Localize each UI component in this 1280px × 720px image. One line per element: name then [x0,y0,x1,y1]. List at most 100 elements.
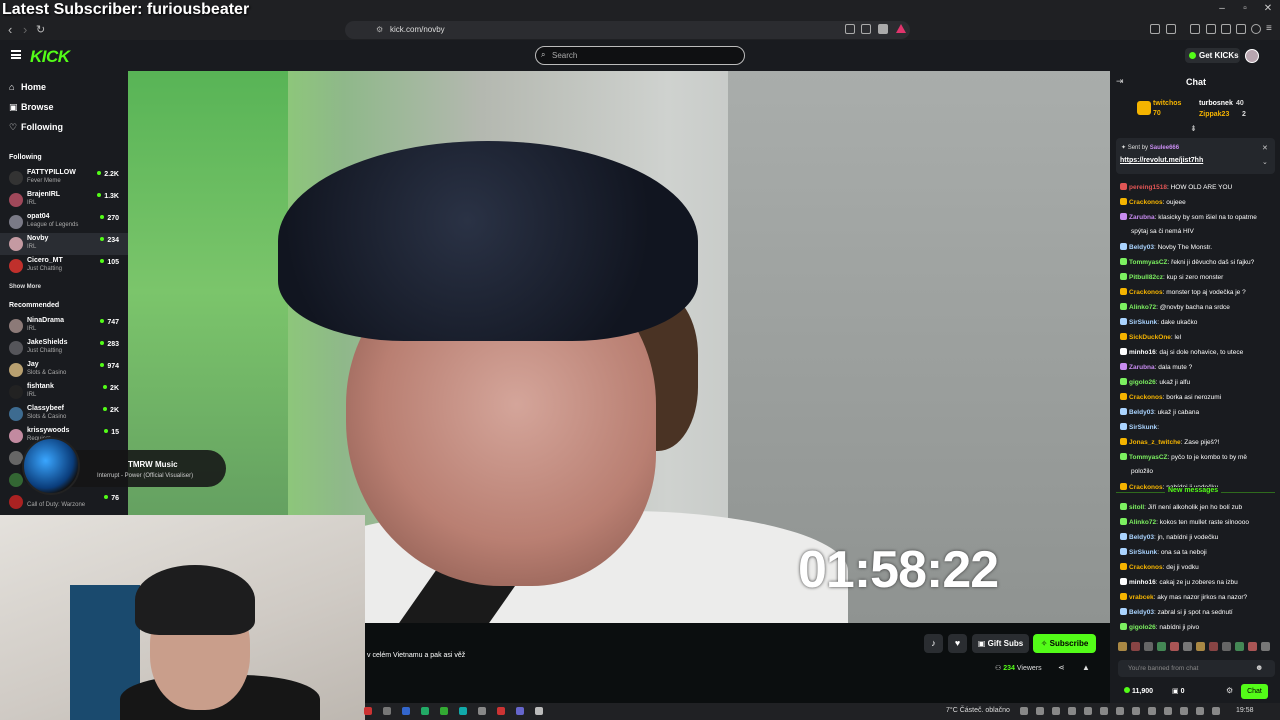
chat-username[interactable]: Beldy03 [1129,534,1154,541]
chat-username[interactable]: vrabcek [1129,594,1154,601]
recommended-item[interactable]: NinaDrama IRL 747 [0,315,128,337]
wallet-icon[interactable] [1221,24,1231,34]
chat-username[interactable]: TommyasCZ [1129,259,1168,266]
nav-home[interactable]: ⌂ Home [9,82,46,92]
recommended-item[interactable]: Call of Duty: Warzone 76 [0,491,128,513]
chat-username[interactable]: minho16 [1129,349,1156,356]
tray-icon[interactable] [1036,707,1044,715]
browser-menu-icon[interactable]: ≡ [1266,23,1272,34]
taskbar-app-icon[interactable] [497,707,505,715]
translate-icon[interactable] [845,24,855,34]
tray-icon[interactable] [1100,707,1108,715]
taskbar-app-icon[interactable] [478,707,486,715]
emote-icon[interactable] [1118,642,1127,651]
tray-icon[interactable] [1196,707,1204,715]
back-icon[interactable]: ‹ [8,22,12,37]
following-item[interactable]: Novby IRL 234 [0,233,128,255]
emote-picker-icon[interactable]: ☻ [1255,663,1263,672]
emote-icon[interactable] [1248,642,1257,651]
user-avatar[interactable] [1245,49,1259,63]
chat-username[interactable]: gigolo26 [1129,379,1156,386]
tray-icon[interactable] [1148,707,1156,715]
following-item[interactable]: FATTYPILLOW Fever Meme 2.2K [0,167,128,189]
notification-bell-button[interactable]: ♪ [924,634,943,653]
recommended-item[interactable]: Classybeef Slots & Casino 2K [0,403,128,425]
collapse-chat-icon[interactable]: ⇥ [1116,76,1124,87]
pinned-link[interactable]: https://revolut.me/jist7hh [1120,157,1203,164]
chat-username[interactable]: gigolo26 [1129,624,1156,631]
leaderboard-name-2[interactable]: turbosnek [1199,100,1233,107]
chat-username[interactable]: Zarubna [1129,214,1155,221]
chat-username[interactable]: Beldy03 [1129,244,1154,251]
chat-username[interactable]: SirSkunk [1129,549,1157,556]
tab-icon[interactable] [1166,24,1176,34]
emote-icon[interactable] [1183,642,1192,651]
hamburger-menu-icon[interactable] [11,50,21,59]
music-icon[interactable] [1190,24,1200,34]
expand-pinned-icon[interactable]: ⌄ [1262,158,1268,166]
tray-icon[interactable] [1116,707,1124,715]
chat-username[interactable]: Crackonos [1129,199,1163,206]
chat-username[interactable]: Crackonos [1129,484,1163,491]
subscribe-button[interactable]: ✧ Subscribe [1033,634,1096,653]
emote-icon[interactable] [1170,642,1179,651]
tray-icon[interactable] [1068,707,1076,715]
chat-username[interactable]: Beldy03 [1129,609,1154,616]
taskbar-app-icon[interactable] [383,707,391,715]
chat-username[interactable]: SickDuckOne [1129,334,1171,341]
chat-username[interactable]: Alinko72 [1129,304,1156,311]
tray-icon[interactable] [1084,707,1092,715]
taskbar-app-icon[interactable] [440,707,448,715]
site-info-icon[interactable]: ⚙ [376,25,383,34]
tray-icon[interactable] [1212,707,1220,715]
tray-icon[interactable] [1180,707,1188,715]
chat-username[interactable]: Alinko72 [1129,519,1156,526]
chat-settings-icon[interactable]: ⚙ [1226,686,1233,695]
following-item[interactable]: BrajenIRL IRL 1.3K [0,189,128,211]
chat-username[interactable]: SirSkunk [1129,424,1157,431]
pinned-user[interactable]: Saulee666 [1150,145,1179,151]
taskbar-app-icon[interactable] [516,707,524,715]
following-item[interactable]: Cicero_MT Just Chatting 105 [0,255,128,277]
nav-browse[interactable]: ▣ Browse [9,102,54,113]
sidebar-toggle-icon[interactable] [1206,24,1216,34]
share-page-icon[interactable] [861,24,871,34]
chat-username[interactable]: Beldy03 [1129,409,1154,416]
emote-icon[interactable] [1235,642,1244,651]
get-kicks-button[interactable]: Get KICKs [1185,48,1240,63]
unpin-icon[interactable]: ✕ [1262,144,1268,152]
chat-username[interactable]: Zarubna [1129,364,1155,371]
chat-username[interactable]: SirSkunk [1129,319,1157,326]
emote-icon[interactable] [1261,642,1270,651]
channel-points[interactable]: ▣ 0 [1172,687,1184,695]
chat-username[interactable]: Pitbull82cz [1129,274,1163,281]
nav-following[interactable]: ♡ Following [9,122,63,133]
tray-icon[interactable] [1020,707,1028,715]
extension-icon[interactable] [1150,24,1160,34]
taskbar-app-icon[interactable] [459,707,467,715]
taskbar-app-icon[interactable] [535,707,543,715]
chat-username[interactable]: Crackonos [1129,289,1163,296]
expand-leaderboard-icon[interactable]: ⇟ [1190,124,1197,133]
taskbar-app-icon[interactable] [364,707,372,715]
chat-username[interactable]: Crackonos [1129,564,1163,571]
report-icon[interactable]: ▲ [1082,663,1090,672]
emote-icon[interactable] [1222,642,1231,651]
chat-username[interactable]: Jonas_z_twitche [1129,439,1181,446]
reload-icon[interactable]: ↻ [36,23,45,36]
chat-username[interactable]: pereing1518 [1129,184,1167,191]
recommended-item[interactable]: Jay Slots & Casino 974 [0,359,128,381]
tray-icon[interactable] [1132,707,1140,715]
emote-icon[interactable] [1144,642,1153,651]
emote-icon[interactable] [1157,642,1166,651]
gift-subs-button[interactable]: ▣ Gift Subs [972,634,1029,653]
leaderboard-name-3[interactable]: Zippak23 [1199,111,1229,118]
share-icon[interactable]: ⋖ [1058,663,1065,672]
maximize-icon[interactable]: ▫ [1235,3,1255,14]
chat-username[interactable]: minho16 [1129,579,1156,586]
tray-icon[interactable] [1052,707,1060,715]
follow-heart-button[interactable]: ♥ [948,634,967,653]
show-more-button[interactable]: Show More [9,284,41,290]
recommended-item[interactable]: fishtank IRL 2K [0,381,128,403]
chat-username[interactable]: Crackonos [1129,394,1163,401]
